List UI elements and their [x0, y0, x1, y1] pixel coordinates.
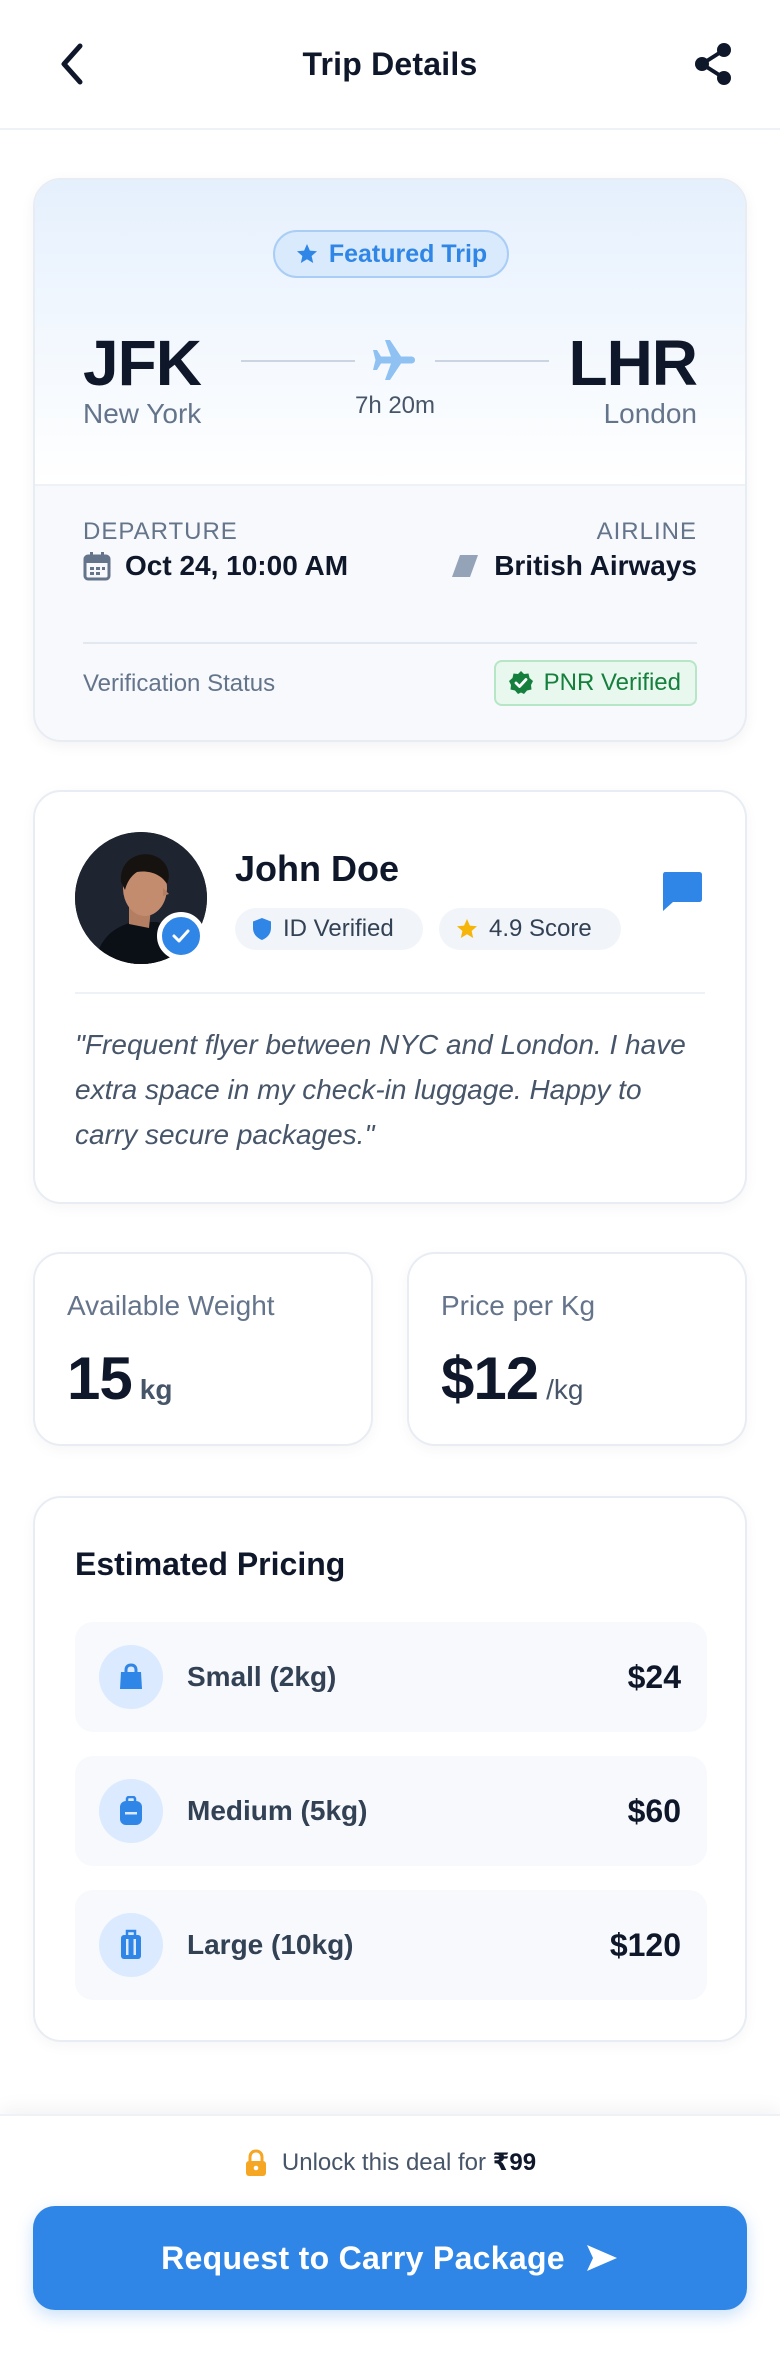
departure-info: Oct 24, 10:00 AM — [83, 550, 348, 582]
airline-info: British Airways — [450, 550, 697, 582]
avatar-verified-badge — [157, 912, 205, 960]
traveler-card: John Doe ID Verified 4.9 Score "Frequent… — [33, 790, 747, 1204]
top-app-bar: Trip Details — [0, 0, 780, 130]
airline-value: British Airways — [494, 550, 697, 581]
price-per-kg-label: Price per Kg — [441, 1290, 596, 1321]
message-icon[interactable] — [659, 868, 705, 914]
airplane-tail-icon — [452, 555, 479, 577]
chevron-left-icon — [61, 43, 83, 85]
shield-icon — [253, 918, 271, 940]
route-divider — [83, 642, 697, 644]
id-verified-label: ID Verified — [283, 915, 394, 942]
available-weight-label: Available Weight — [67, 1290, 275, 1321]
pricing-size: Medium (5kg) — [187, 1795, 368, 1826]
star-icon — [457, 919, 477, 938]
score-chip: 4.9 Score — [439, 908, 621, 950]
unlock-price: ₹99 — [492, 2149, 537, 2176]
origin-city: New York — [83, 398, 202, 429]
route-card: Featured Trip JFK New York 7h 20m LHR Lo… — [33, 178, 747, 742]
back-button[interactable] — [48, 36, 96, 92]
send-icon — [586, 2245, 617, 2271]
estimated-pricing-title: Estimated Pricing — [75, 1546, 346, 1582]
traveler-bio: "Frequent flyer between NYC and London. … — [75, 1029, 686, 1150]
request-to-carry-button[interactable]: Request to Carry Package — [33, 2206, 747, 2310]
origin-code: JFK — [83, 327, 202, 399]
traveler-name: John Doe — [235, 848, 400, 889]
share-icon — [695, 43, 731, 85]
pricing-row-large[interactable]: Large (10kg) $120 — [75, 1890, 707, 2000]
verified-badge-icon — [508, 671, 533, 694]
weight-unit: kg — [139, 1374, 173, 1405]
featured-trip-badge: Featured Trip — [273, 230, 509, 278]
airline-label: AIRLINE — [596, 518, 697, 545]
available-weight-card: Available Weight 15 kg — [33, 1252, 373, 1446]
destination-city: London — [603, 398, 697, 429]
pricing-row-medium[interactable]: Medium (5kg) $60 — [75, 1756, 707, 1866]
share-button[interactable] — [688, 38, 738, 90]
pnr-verified-label: PNR Verified — [543, 669, 681, 696]
check-icon — [172, 929, 190, 943]
pnr-verified-badge: PNR Verified — [493, 660, 697, 706]
pricing-amount: $24 — [627, 1658, 681, 1695]
score-label: 4.9 Score — [489, 915, 592, 942]
available-weight-value: 15 kg — [67, 1344, 172, 1413]
departure-value: Oct 24, 10:00 AM — [125, 550, 349, 581]
unlock-text: Unlock this deal for ₹99 — [281, 2149, 537, 2176]
bottom-action-bar: Unlock this deal for ₹99 Request to Carr… — [0, 2114, 780, 2372]
departure-label: DEPARTURE — [83, 518, 238, 545]
verification-status-label: Verification Status — [83, 670, 276, 697]
profile-divider — [75, 992, 705, 994]
destination-code: LHR — [568, 327, 698, 399]
request-to-carry-label: Request to Carry Package — [161, 2239, 565, 2276]
estimated-pricing-card: Estimated Pricing Small (2kg) $24 Medium… — [33, 1496, 747, 2042]
route-line-left — [241, 360, 355, 362]
id-verified-chip: ID Verified — [235, 908, 423, 950]
price-number: $12 — [441, 1345, 539, 1412]
pricing-amount: $60 — [627, 1792, 681, 1829]
flight-duration: 7h 20m — [354, 392, 436, 419]
shopping-bag-icon — [99, 1645, 163, 1709]
weight-number: 15 — [67, 1345, 133, 1412]
suitcase-icon — [99, 1913, 163, 1977]
page-title: Trip Details — [302, 45, 478, 82]
price-per-kg-card: Price per Kg $12 /kg — [407, 1252, 747, 1446]
unlock-deal-note: Unlock this deal for ₹99 — [0, 2148, 780, 2177]
price-unit: /kg — [546, 1374, 584, 1405]
pricing-row-small[interactable]: Small (2kg) $24 — [75, 1622, 707, 1732]
route-line-right — [435, 360, 549, 362]
price-per-kg-value: $12 /kg — [441, 1344, 583, 1413]
pricing-amount: $120 — [609, 1926, 681, 1963]
trip-details-screen: Trip Details Featured Trip JFK New York — [0, 0, 780, 2372]
airplane-icon — [373, 340, 415, 380]
route-summary: Featured Trip JFK New York 7h 20m LHR Lo… — [35, 180, 745, 486]
star-icon — [296, 244, 317, 263]
pricing-size: Small (2kg) — [187, 1661, 337, 1692]
calendar-icon — [83, 552, 111, 581]
featured-trip-label: Featured Trip — [328, 239, 488, 268]
lock-icon — [245, 2148, 266, 2176]
pricing-size: Large (10kg) — [187, 1929, 354, 1960]
backpack-icon — [99, 1779, 163, 1843]
